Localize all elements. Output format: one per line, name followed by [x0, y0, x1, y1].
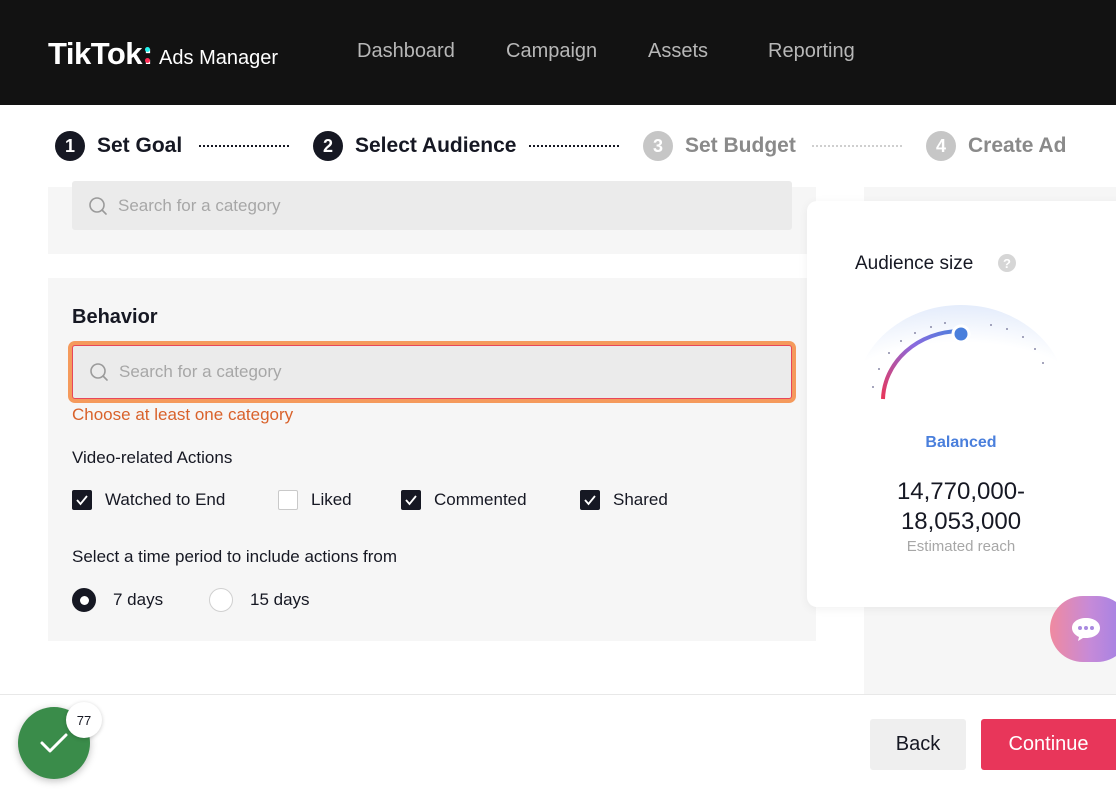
behavior-search-box[interactable] — [72, 345, 792, 399]
step-number: 1 — [55, 131, 85, 161]
audience-size-title: Audience size — [855, 253, 974, 274]
help-icon[interactable]: ? — [998, 254, 1016, 272]
behavior-title: Behavior — [72, 306, 158, 328]
chat-support-button[interactable] — [1050, 596, 1116, 662]
progress-steps: 1 Set Goal 2 Select Audience 3 Set Budge… — [0, 105, 1116, 187]
radio-7-days[interactable]: 7 days — [72, 588, 163, 612]
step-connector — [529, 145, 619, 147]
step-connector — [199, 145, 289, 147]
checkmark-icon — [40, 733, 68, 753]
checkbox[interactable] — [72, 490, 92, 510]
reach-range-end: 18,053,000 — [900, 508, 1022, 535]
radio-label: 15 days — [250, 590, 310, 609]
step-create-ad: 4 Create Ad — [926, 131, 1066, 161]
check-icon — [584, 495, 596, 506]
radio-button[interactable] — [209, 588, 233, 612]
interest-search-box[interactable] — [72, 181, 792, 230]
behavior-section-card: Behavior Choose at least one category Vi… — [48, 278, 816, 641]
step-label: Create Ad — [968, 134, 1067, 157]
step-set-budget: 3 Set Budget — [643, 131, 796, 161]
video-actions-label: Video-related Actions — [72, 448, 233, 467]
check-icon — [405, 495, 417, 506]
step-label: Select Audience — [355, 134, 517, 157]
time-period-label: Select a time period to include actions … — [72, 547, 398, 566]
checkbox-shared[interactable]: Shared — [580, 490, 668, 510]
logo-mark: : — [143, 38, 154, 71]
estimated-reach-label: Estimated reach — [906, 538, 1016, 555]
nav-reporting[interactable]: Reporting — [768, 40, 855, 63]
interest-search-input[interactable] — [118, 181, 782, 230]
checkbox-watched-to-end[interactable]: Watched to End — [72, 490, 225, 510]
check-icon — [76, 495, 88, 506]
nav-assets[interactable]: Assets — [648, 40, 708, 63]
radio-button[interactable] — [72, 588, 96, 612]
checkbox-label: Watched to End — [105, 490, 226, 509]
tiktok-ads-manager-logo[interactable]: TikTok : Ads Manager — [48, 36, 278, 72]
step-select-audience[interactable]: 2 Select Audience — [313, 131, 516, 161]
checkbox-label: Shared — [613, 490, 668, 509]
continue-button[interactable]: Continue — [981, 719, 1116, 770]
radio-label: 7 days — [113, 590, 164, 609]
step-number: 3 — [643, 131, 673, 161]
checkbox[interactable] — [580, 490, 600, 510]
behavior-search-input[interactable] — [119, 346, 781, 398]
behavior-error-message: Choose at least one category — [72, 405, 294, 424]
reach-range-start: 14,770,000- — [896, 478, 1026, 505]
top-navigation-bar: TikTok : Ads Manager Dashboard Campaign … — [0, 0, 1116, 105]
checkbox-commented[interactable]: Commented — [401, 490, 527, 510]
nav-campaign[interactable]: Campaign — [506, 40, 597, 63]
gauge-indicator — [951, 324, 971, 344]
chat-icon — [1072, 618, 1100, 641]
step-label: Set Budget — [685, 134, 796, 157]
audience-size-card: Audience size ? Balanced 14,770,000- 18,… — [807, 201, 1116, 607]
search-icon — [90, 363, 108, 381]
radio-15-days[interactable]: 15 days — [209, 588, 310, 612]
audience-status: Balanced — [925, 434, 997, 451]
checkbox-liked[interactable]: Liked — [278, 490, 352, 510]
status-count-badge: 77 — [66, 702, 102, 738]
search-icon — [89, 196, 107, 215]
step-label: Set Goal — [97, 134, 183, 157]
back-button[interactable]: Back — [870, 719, 966, 770]
checkbox-label: Liked — [311, 490, 352, 509]
interest-section-card — [48, 181, 816, 254]
checkbox[interactable] — [401, 490, 421, 510]
estimated-reach-value: 14,770,000- 18,053,000 — [807, 477, 1115, 537]
logo-text: TikTok — [48, 36, 143, 71]
logo-subtitle: Ads Manager — [159, 47, 279, 69]
step-set-goal[interactable]: 1 Set Goal — [55, 131, 182, 161]
audience-gauge — [855, 305, 1067, 400]
checkbox-label: Commented — [434, 490, 527, 509]
step-number: 4 — [926, 131, 956, 161]
step-number: 2 — [313, 131, 343, 161]
checkbox[interactable] — [278, 490, 298, 510]
nav-dashboard[interactable]: Dashboard — [357, 40, 455, 63]
step-connector — [812, 145, 902, 147]
